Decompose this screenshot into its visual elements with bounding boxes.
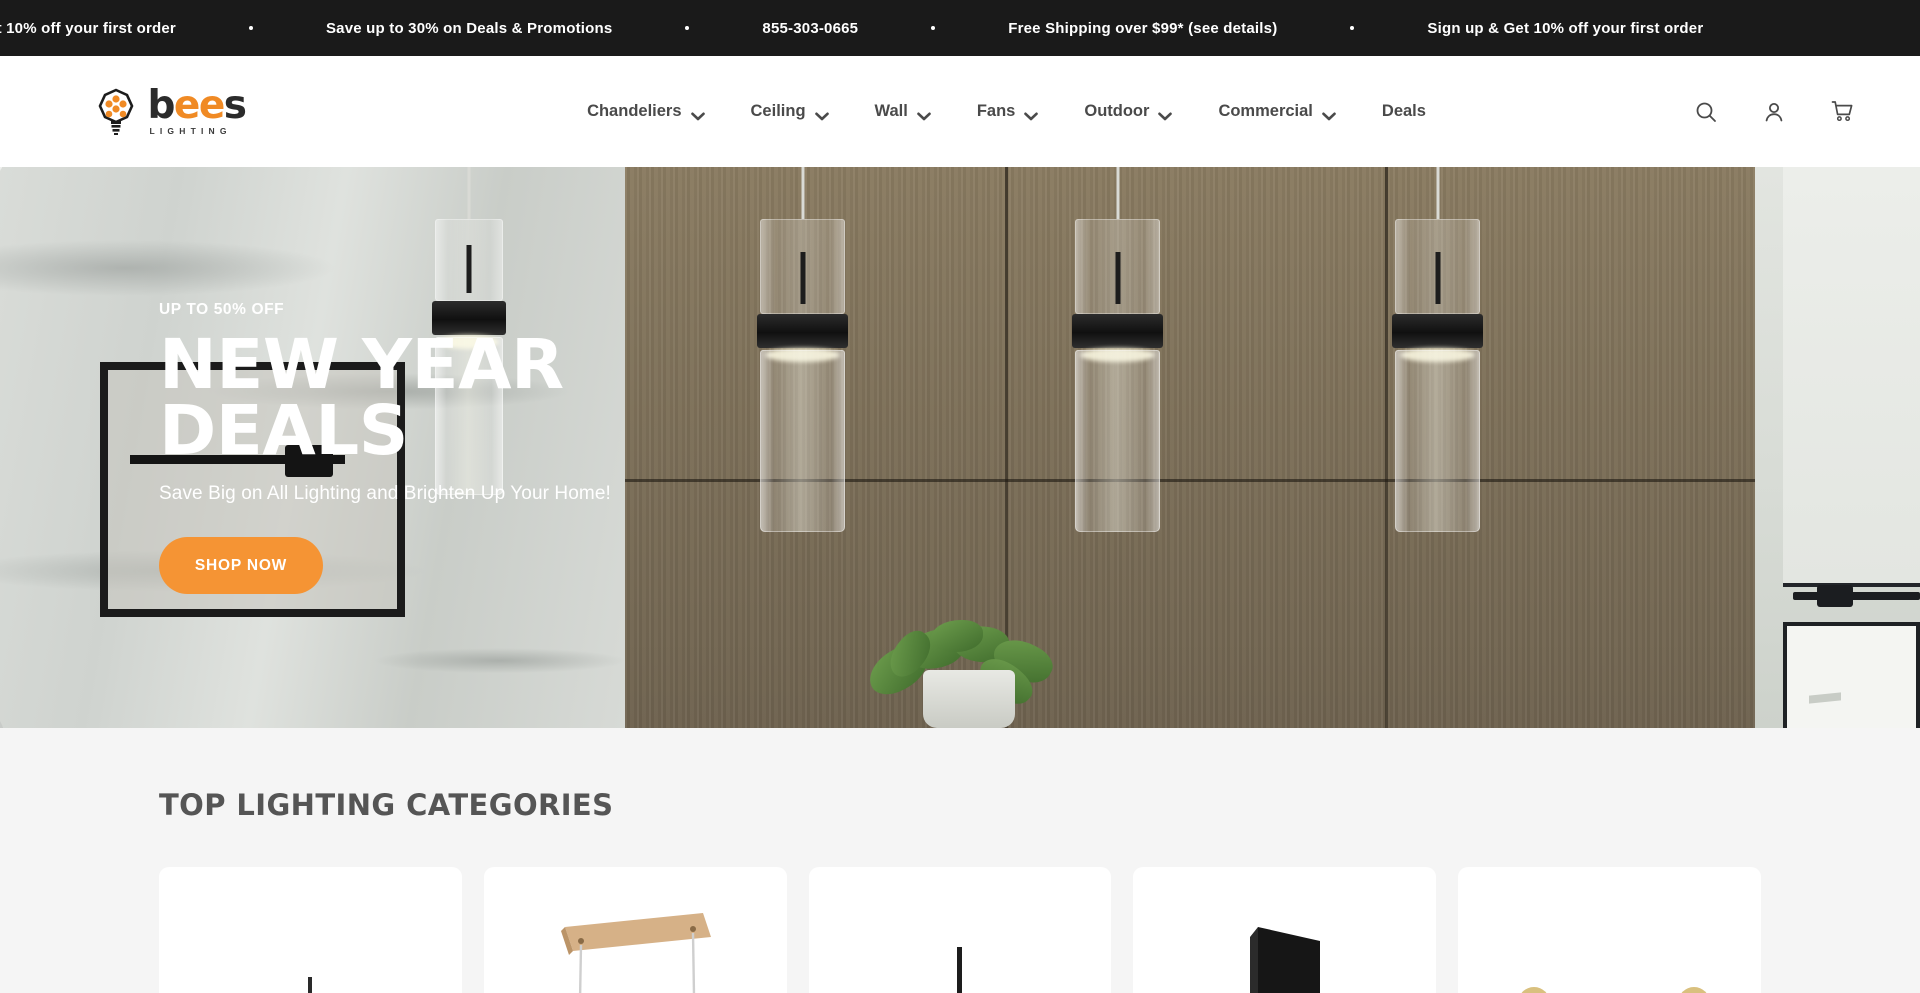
chevron-down-icon	[917, 107, 931, 121]
announcement-bar: Sign up & Get 10% off your first order S…	[0, 0, 1920, 56]
nav-label: Chandeliers	[587, 102, 682, 120]
announcement-track: Sign up & Get 10% off your first order S…	[0, 20, 1703, 37]
announcement-item[interactable]: Sign up & Get 10% off your first order	[1427, 20, 1703, 37]
logo-word-part-1: b	[147, 82, 175, 128]
section-title: TOP LIGHTING CATEGORIES	[159, 788, 614, 822]
category-card-3[interactable]	[808, 867, 1112, 993]
dot-separator-icon	[248, 26, 253, 30]
category-card-grid	[0, 822, 1920, 993]
nav-label: Ceiling	[750, 102, 806, 120]
announcement-item-phone[interactable]: 855-303-0665	[762, 20, 858, 37]
logo-tagline: LIGHTING	[149, 125, 232, 136]
nav-item-ceiling[interactable]: Ceiling	[728, 92, 852, 131]
category-card-4[interactable]	[1133, 867, 1437, 993]
logo-word-part-2: ee	[173, 82, 225, 128]
dot-separator-icon	[931, 26, 936, 30]
cart-icon[interactable]	[1829, 99, 1855, 125]
chevron-down-icon	[1158, 107, 1173, 121]
nav-item-wall[interactable]: Wall	[852, 92, 954, 131]
nav-label: Wall	[874, 102, 908, 120]
nav-label: Commercial	[1218, 102, 1313, 120]
category-card-5[interactable]	[1458, 867, 1761, 993]
hero-banner: UP TO 50% OFF NEW YEAR DEALS Save Big on…	[0, 167, 1920, 728]
nav-item-commercial[interactable]: Commercial	[1195, 92, 1358, 131]
main-navigation: Chandeliers Ceiling Wall Fans Outdoor Co…	[320, 92, 1693, 131]
honeycomb-bulb-icon	[94, 88, 138, 135]
nav-label: Outdoor	[1084, 102, 1150, 120]
announcement-item[interactable]: Save up to 30% on Deals & Promotions	[326, 20, 612, 37]
announcement-item[interactable]: Free Shipping over $99* (see details)	[1008, 20, 1277, 37]
hero-discount-badge: UP TO 50% OFF	[159, 300, 285, 318]
announcement-separator-wrap	[858, 26, 1008, 30]
black-pendant-light-icon	[265, 977, 355, 993]
announcement-item[interactable]: Sign up & Get 10% off your first order	[0, 20, 176, 37]
announcement-separator-wrap	[1277, 26, 1427, 30]
nav-item-chandeliers[interactable]: Chandeliers	[564, 92, 727, 131]
site-header: bees LIGHTING Chandeliers Ceiling Wall F…	[0, 56, 1920, 167]
hero-title: NEW YEAR DEALS	[159, 330, 1920, 465]
logo-link[interactable]: bees LIGHTING	[0, 86, 320, 136]
logo-word-part-3: s	[223, 82, 247, 128]
announcement-separator-wrap	[612, 26, 762, 30]
nav-item-outdoor[interactable]: Outdoor	[1061, 92, 1195, 131]
hero-content: UP TO 50% OFF NEW YEAR DEALS Save Big on…	[0, 167, 1920, 728]
chevron-down-icon	[1322, 107, 1336, 121]
hero-title-line-2: DEALS	[159, 390, 408, 471]
chevron-down-icon	[1024, 107, 1039, 121]
announcement-separator-wrap	[176, 26, 326, 30]
nav-label: Deals	[1381, 102, 1426, 120]
dot-separator-icon	[685, 26, 690, 30]
search-icon[interactable]	[1693, 99, 1719, 125]
logo[interactable]: bees LIGHTING	[94, 86, 247, 136]
nav-label: Fans	[976, 102, 1016, 120]
dot-separator-icon	[1350, 26, 1355, 30]
hero-subtitle: Save Big on All Lighting and Brighten Up…	[159, 483, 611, 505]
category-card-1[interactable]	[159, 867, 462, 993]
chevron-down-icon	[690, 107, 705, 121]
nav-item-deals[interactable]: Deals	[1359, 92, 1449, 131]
black-linear-pendant-icon	[900, 947, 1020, 993]
wood-linear-pendant-icon	[535, 907, 735, 993]
nav-item-fans[interactable]: Fans	[954, 92, 1062, 131]
chevron-down-icon	[814, 107, 829, 121]
category-card-2[interactable]	[483, 867, 787, 993]
logo-wordmark: bees	[147, 86, 247, 125]
gold-picture-light-icon	[1500, 967, 1720, 993]
header-actions	[1693, 99, 1880, 125]
logo-text: bees LIGHTING	[147, 86, 247, 136]
shop-now-button[interactable]: SHOP NOW	[159, 537, 323, 595]
top-categories-section: TOP LIGHTING CATEGORIES	[0, 728, 1920, 993]
account-icon[interactable]	[1761, 99, 1787, 125]
black-wall-sconce-icon	[1220, 927, 1350, 993]
